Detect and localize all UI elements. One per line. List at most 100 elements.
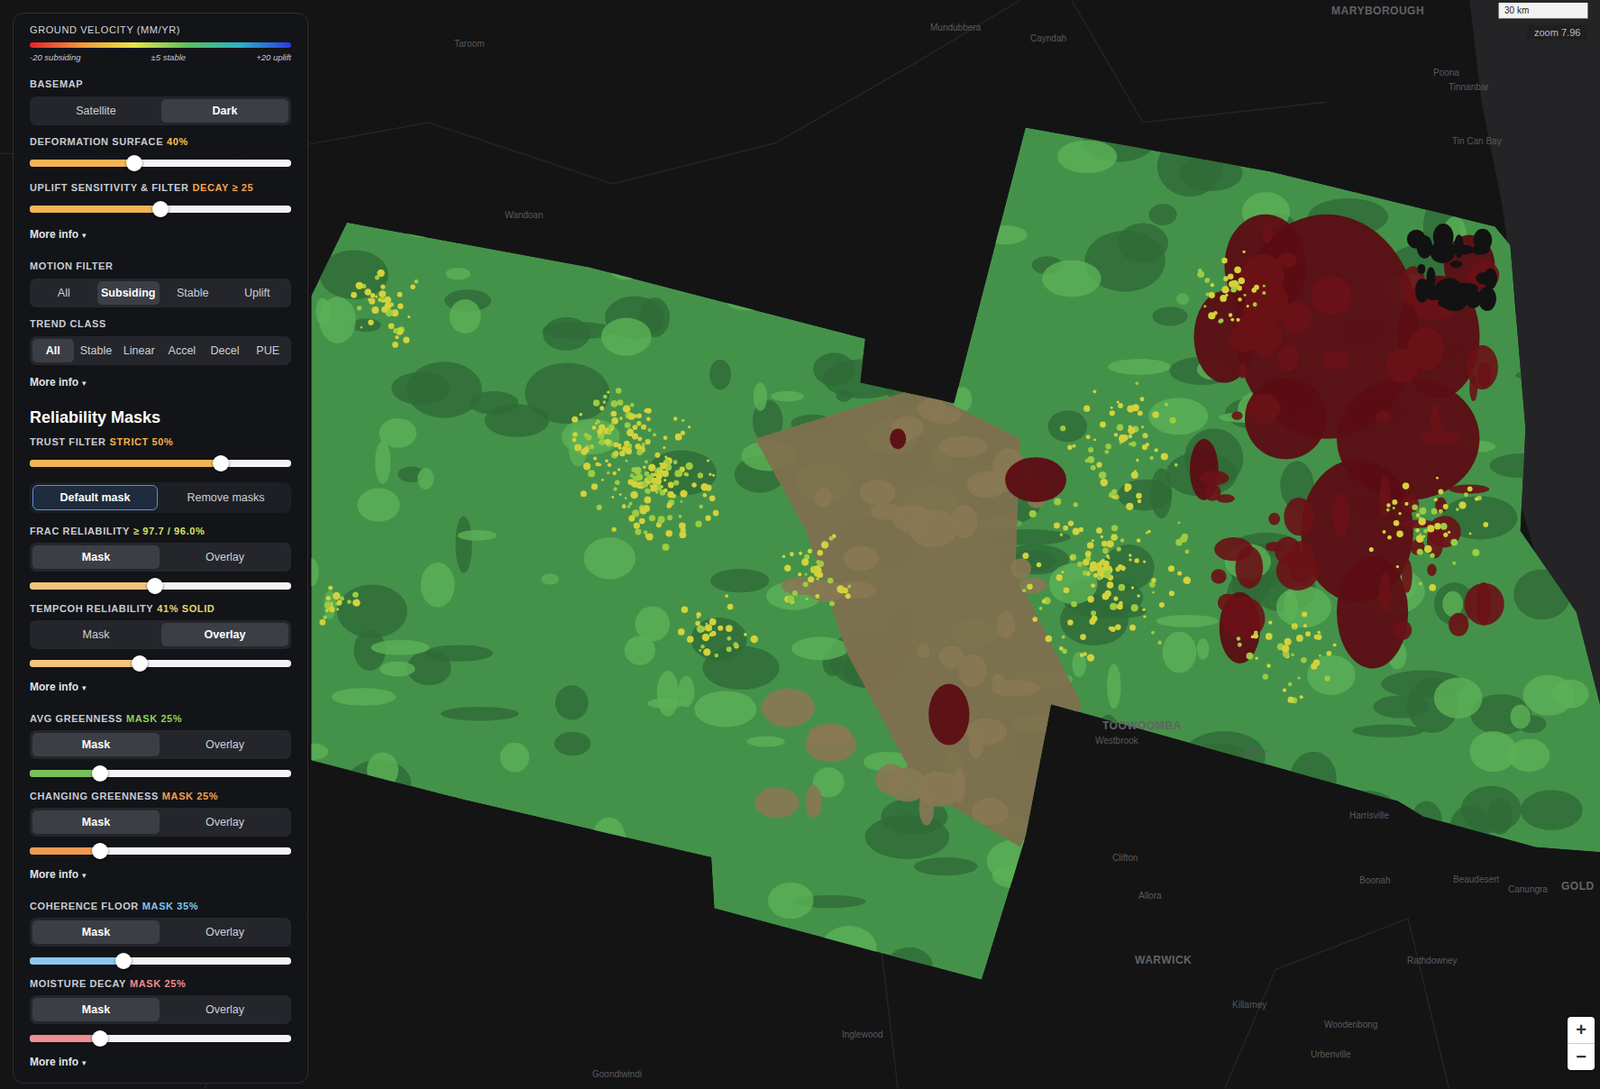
speckle	[1174, 463, 1179, 467]
segment-button[interactable]: All	[32, 281, 96, 305]
speckle	[1115, 546, 1121, 551]
speckle	[633, 521, 640, 529]
segment-button[interactable]: Overlay	[161, 997, 289, 1022]
speckle	[681, 605, 689, 613]
slider-thumb[interactable]	[126, 155, 143, 172]
map-label: Inglewood	[841, 1029, 884, 1040]
slider-track[interactable]	[29, 769, 292, 778]
speckle	[378, 290, 386, 298]
slider-track[interactable]	[29, 1034, 292, 1043]
speckle	[1100, 535, 1104, 539]
speckle	[596, 504, 603, 511]
speckle	[1136, 594, 1140, 597]
speckle	[673, 459, 678, 465]
segment-button[interactable]: Linear	[118, 338, 160, 363]
zoom-out-button[interactable]: −	[1567, 1042, 1595, 1070]
slider[interactable]	[29, 952, 292, 970]
land-background	[0, 0, 1600, 1089]
speckle	[1129, 624, 1136, 631]
segment-button[interactable]: PUE	[246, 338, 289, 363]
slider-track[interactable]	[29, 957, 292, 965]
speckle	[1127, 426, 1135, 434]
segment-button[interactable]: Overlay	[161, 732, 289, 757]
control-label: TEMPCOH RELIABILITY41% SOLID	[29, 603, 292, 615]
speckle	[1045, 635, 1052, 642]
slider[interactable]	[29, 1030, 292, 1047]
link-text[interactable]: More info	[29, 680, 79, 694]
map-patch	[1564, 305, 1600, 325]
slider[interactable]	[29, 201, 292, 218]
speckle	[1288, 682, 1293, 687]
subsidence-area	[1244, 280, 1289, 322]
segment-button[interactable]: Decel	[204, 338, 247, 363]
segment-button[interactable]: Overlay	[161, 545, 289, 569]
link-text[interactable]: More info	[29, 228, 79, 241]
slider-track[interactable]	[29, 159, 292, 167]
segment-button[interactable]: Stable	[161, 281, 225, 305]
segment-button[interactable]: Overlay	[161, 810, 289, 834]
segment-button[interactable]: Mask	[32, 920, 160, 944]
link-text[interactable]: More info	[29, 868, 79, 881]
speckle	[407, 315, 411, 319]
speckle	[1142, 559, 1146, 563]
slider-track[interactable]	[29, 659, 292, 668]
more-info-link[interactable]: More info▾	[29, 868, 292, 881]
subsidence-area	[1385, 348, 1420, 384]
slider[interactable]	[29, 455, 292, 472]
slider[interactable]	[29, 577, 292, 595]
slider-track[interactable]	[29, 205, 292, 213]
slider-thumb[interactable]	[131, 655, 148, 672]
slider[interactable]	[29, 765, 292, 782]
mask-button[interactable]: Remove masks	[163, 484, 289, 511]
speckle	[789, 551, 795, 557]
link-text[interactable]: More info	[29, 375, 79, 389]
more-info-link[interactable]: More info▾	[29, 680, 292, 694]
speckle	[612, 442, 619, 448]
more-info-link[interactable]: More info▾	[29, 228, 292, 241]
slider-fill	[29, 769, 101, 778]
segment-button[interactable]: Mask	[32, 997, 160, 1022]
speckle	[1237, 642, 1243, 648]
segment-button[interactable]: Mask	[32, 545, 160, 569]
slider-thumb[interactable]	[115, 952, 132, 970]
slider[interactable]	[29, 842, 292, 860]
slider-thumb[interactable]	[146, 577, 164, 595]
segment-button[interactable]: Mask	[32, 622, 160, 647]
slider-thumb[interactable]	[91, 842, 109, 860]
speckle	[696, 625, 704, 633]
segment-button[interactable]: Uplift	[226, 281, 290, 305]
segment-button[interactable]: Mask	[32, 810, 160, 834]
speckle	[359, 326, 363, 330]
segment-button[interactable]: Overlay	[161, 920, 289, 944]
slider-thumb[interactable]	[91, 765, 109, 782]
speckle	[1099, 421, 1107, 429]
speckle	[1382, 530, 1387, 534]
segment-button[interactable]: Satellite	[32, 99, 160, 123]
slider-track[interactable]	[29, 459, 292, 467]
slider-track[interactable]	[29, 847, 292, 855]
more-info-link[interactable]: More info▾	[29, 1055, 292, 1069]
link-text[interactable]: More info	[29, 1055, 79, 1069]
slider-thumb[interactable]	[91, 1030, 109, 1047]
segment-button[interactable]: All	[32, 338, 74, 363]
segment-button[interactable]: Mask	[32, 732, 160, 757]
speckle	[1291, 622, 1299, 630]
slider-thumb[interactable]	[212, 455, 229, 472]
slider[interactable]	[29, 655, 292, 672]
segment-button[interactable]: Dark	[161, 99, 289, 123]
segment-button[interactable]: Accel	[161, 338, 203, 363]
speckle	[606, 390, 610, 394]
slider-thumb[interactable]	[152, 201, 169, 218]
segment-button[interactable]: Subsiding	[97, 281, 161, 305]
map-patch	[1526, 182, 1555, 197]
more-info-link[interactable]: More info▾	[29, 375, 292, 389]
mask-button[interactable]: Default mask	[32, 484, 158, 511]
slider[interactable]	[29, 155, 292, 172]
slider-track[interactable]	[29, 582, 292, 590]
segment-button[interactable]: Stable	[75, 338, 118, 363]
speckle	[1157, 640, 1162, 644]
speckle	[580, 448, 587, 455]
segment-button[interactable]: Overlay	[161, 622, 289, 647]
map-patch	[753, 382, 768, 411]
zoom-in-button[interactable]: +	[1567, 1016, 1595, 1043]
